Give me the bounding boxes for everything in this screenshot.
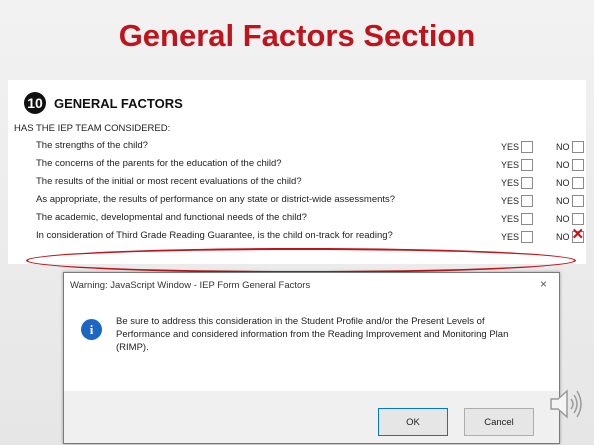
- warning-dialog: Warning: JavaScript Window - IEP Form Ge…: [63, 272, 560, 444]
- question-row: As appropriate, the results of performan…: [36, 192, 584, 210]
- yes-label: YES: [501, 196, 520, 206]
- no-checkbox[interactable]: [571, 177, 584, 189]
- yes-checkbox[interactable]: [521, 195, 534, 207]
- yes-option: YES: [501, 159, 534, 171]
- close-icon[interactable]: ×: [540, 277, 547, 291]
- yes-label: YES: [501, 142, 520, 152]
- question-row: The results of the initial or most recen…: [36, 174, 584, 192]
- yes-option: YES: [501, 213, 534, 225]
- no-label: NO: [556, 232, 570, 242]
- dialog-title: Warning: JavaScript Window - IEP Form Ge…: [70, 280, 311, 291]
- question-text: The academic, developmental and function…: [36, 212, 307, 223]
- no-label: NO: [556, 160, 570, 170]
- team-question: HAS THE IEP TEAM CONSIDERED:: [14, 123, 171, 134]
- speaker-icon[interactable]: [548, 384, 584, 424]
- info-icon: i: [81, 319, 102, 340]
- no-option: NO: [556, 213, 584, 225]
- no-option: NO: [556, 177, 584, 189]
- no-checkbox[interactable]: [571, 159, 584, 171]
- x-mark-icon: ✕: [571, 226, 585, 243]
- slide-title: General Factors Section: [118, 18, 476, 53]
- question-row: The academic, developmental and function…: [36, 210, 584, 228]
- yes-option: YES: [501, 141, 534, 153]
- yes-option: YES: [501, 177, 534, 189]
- question-text: The strengths of the child?: [36, 140, 148, 151]
- no-option: NO: [556, 141, 584, 153]
- slide: General Factors Section 10 GENERAL FACTO…: [0, 0, 594, 445]
- no-option: NO: [556, 195, 584, 207]
- dialog-message: Be sure to address this consideration in…: [116, 316, 509, 353]
- yes-checkbox[interactable]: [521, 231, 534, 243]
- no-checkbox[interactable]: [571, 141, 584, 153]
- yes-label: YES: [501, 160, 520, 170]
- ok-button[interactable]: OK: [378, 408, 448, 436]
- question-row: In consideration of Third Grade Reading …: [36, 227, 584, 246]
- section-header: 10 GENERAL FACTORS: [24, 92, 183, 114]
- question-text: As appropriate, the results of performan…: [36, 194, 396, 205]
- yes-checkbox[interactable]: [521, 213, 534, 225]
- question-row: The concerns of the parents for the educ…: [36, 156, 584, 174]
- yes-label: YES: [501, 214, 520, 224]
- question-text: The results of the initial or most recen…: [36, 176, 302, 187]
- no-label: NO: [556, 196, 570, 206]
- question-row: The strengths of the child? YES NO: [36, 138, 584, 156]
- no-label: NO: [556, 142, 570, 152]
- section-title: GENERAL FACTORS: [54, 95, 183, 111]
- highlight-oval-row: [26, 248, 576, 273]
- no-option: NO ✕: [556, 227, 584, 243]
- no-label: NO: [556, 214, 570, 224]
- yes-option: YES: [501, 195, 534, 207]
- no-checkbox[interactable]: [571, 213, 584, 225]
- question-text: The concerns of the parents for the educ…: [36, 158, 282, 169]
- number-badge-icon: 10: [24, 92, 46, 114]
- no-checkbox[interactable]: ✕: [571, 227, 584, 243]
- yes-checkbox[interactable]: [521, 159, 534, 171]
- yes-label: YES: [501, 232, 520, 242]
- no-label: NO: [556, 178, 570, 188]
- yes-label: YES: [501, 178, 520, 188]
- yes-option: YES: [501, 231, 534, 243]
- no-checkbox[interactable]: [571, 195, 584, 207]
- cancel-button[interactable]: Cancel: [464, 408, 534, 436]
- yes-checkbox[interactable]: [521, 141, 534, 153]
- iep-form-panel: 10 GENERAL FACTORS HAS THE IEP TEAM CONS…: [8, 80, 586, 264]
- yes-checkbox[interactable]: [521, 177, 534, 189]
- question-text: In consideration of Third Grade Reading …: [36, 230, 393, 241]
- no-option: NO: [556, 159, 584, 171]
